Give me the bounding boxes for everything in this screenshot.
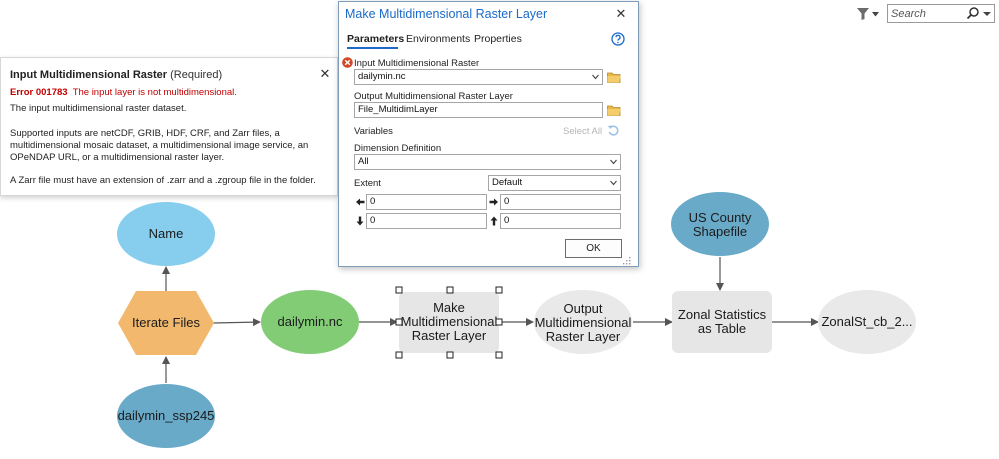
error-icon	[342, 57, 353, 68]
select-all-link[interactable]: Select All	[563, 126, 602, 137]
tab-properties[interactable]: Properties	[474, 33, 522, 45]
dimension-definition-value: All	[358, 156, 369, 167]
dimension-definition-label: Dimension Definition	[354, 143, 442, 154]
extent-left-input[interactable]: 0	[366, 194, 487, 210]
chevron-down-icon[interactable]	[610, 180, 617, 186]
arrow-up-icon	[490, 216, 498, 226]
node-output-mdim-label: Output Multidimensional Raster Layer	[534, 301, 632, 344]
connector-iterate-to-dailymin	[212, 318, 261, 327]
help-zarr-note: A Zarr file must have an extension of .z…	[10, 175, 316, 186]
input-raster-value: dailymin.nc	[358, 71, 406, 82]
dialog-close-icon[interactable]: ✕	[614, 6, 628, 22]
extent-top-input[interactable]: 0	[500, 213, 621, 229]
help-icon[interactable]	[611, 32, 625, 46]
extent-value: Default	[492, 177, 523, 188]
extent-select[interactable]: Default	[488, 175, 621, 191]
extent-right-input[interactable]: 0	[500, 194, 621, 210]
output-layer-field[interactable]: File_MultidimLayer	[354, 102, 603, 118]
arrow-down-icon	[356, 216, 364, 226]
chevron-down-icon[interactable]	[610, 159, 617, 165]
filter-icon	[857, 8, 869, 20]
node-dailymin-ssp245-label: dailymin_ssp245	[117, 408, 215, 423]
help-required-tag: (Required)	[170, 69, 223, 81]
node-zonal-stats-label: Zonal Statistics as Table	[677, 307, 767, 336]
tab-environments[interactable]: Environments	[406, 33, 470, 45]
tool-dialog: Make Multidimensional Raster Layer ✕ Par…	[338, 1, 639, 267]
arrow-right-icon	[489, 198, 498, 206]
filter-button[interactable]	[856, 5, 882, 23]
node-iterate-files-label: Iterate Files	[132, 315, 200, 330]
node-dailymin-nc-label: dailymin.nc	[277, 314, 343, 329]
help-close-icon[interactable]: ✕	[319, 67, 331, 81]
node-name-label: Name	[148, 226, 184, 241]
extent-bottom-input[interactable]: 0	[366, 213, 487, 229]
reset-icon[interactable]	[607, 124, 620, 137]
help-error-message: Error 001783 The input layer is not mult…	[10, 87, 237, 98]
help-description: The input multidimensional raster datase…	[10, 103, 187, 114]
parameter-help-panel: Input Multidimensional Raster (Required)…	[0, 57, 338, 196]
dialog-title: Make Multidimensional Raster Layer	[345, 7, 548, 21]
search-icon[interactable]	[966, 6, 980, 21]
node-zonalst-output-label: ZonalSt_cb_2...	[821, 314, 913, 329]
search-input[interactable]	[891, 6, 961, 21]
help-supported-inputs: Supported inputs are netCDF, GRIB, HDF, …	[10, 128, 309, 163]
input-raster-field[interactable]: dailymin.nc	[354, 69, 603, 85]
input-raster-label: Input Multidimensional Raster	[354, 58, 480, 69]
variables-label: Variables	[354, 126, 393, 137]
browse-folder-icon[interactable]	[607, 105, 621, 116]
chevron-down-icon[interactable]	[592, 74, 599, 80]
help-title: Input Multidimensional Raster (Required)	[10, 69, 223, 81]
tab-parameters[interactable]: Parameters	[347, 33, 404, 45]
search-dropdown-icon[interactable]	[982, 6, 992, 21]
output-layer-label: Output Multidimensional Raster Layer	[354, 91, 513, 102]
browse-folder-icon[interactable]	[607, 72, 621, 83]
search-box[interactable]	[887, 4, 995, 23]
dimension-definition-select[interactable]: All	[354, 154, 621, 170]
chevron-down-icon	[872, 11, 879, 16]
node-us-county-label: US County Shapefile	[688, 210, 752, 239]
active-tab-indicator	[347, 47, 398, 49]
node-make-mdim-label: Make Multidimensional Raster Layer	[400, 300, 498, 343]
output-layer-value: File_MultidimLayer	[358, 104, 438, 115]
arrow-left-icon	[356, 198, 365, 206]
ok-button[interactable]: OK	[565, 239, 622, 258]
resize-grip-icon[interactable]	[622, 256, 631, 265]
extent-label: Extent	[354, 178, 381, 189]
